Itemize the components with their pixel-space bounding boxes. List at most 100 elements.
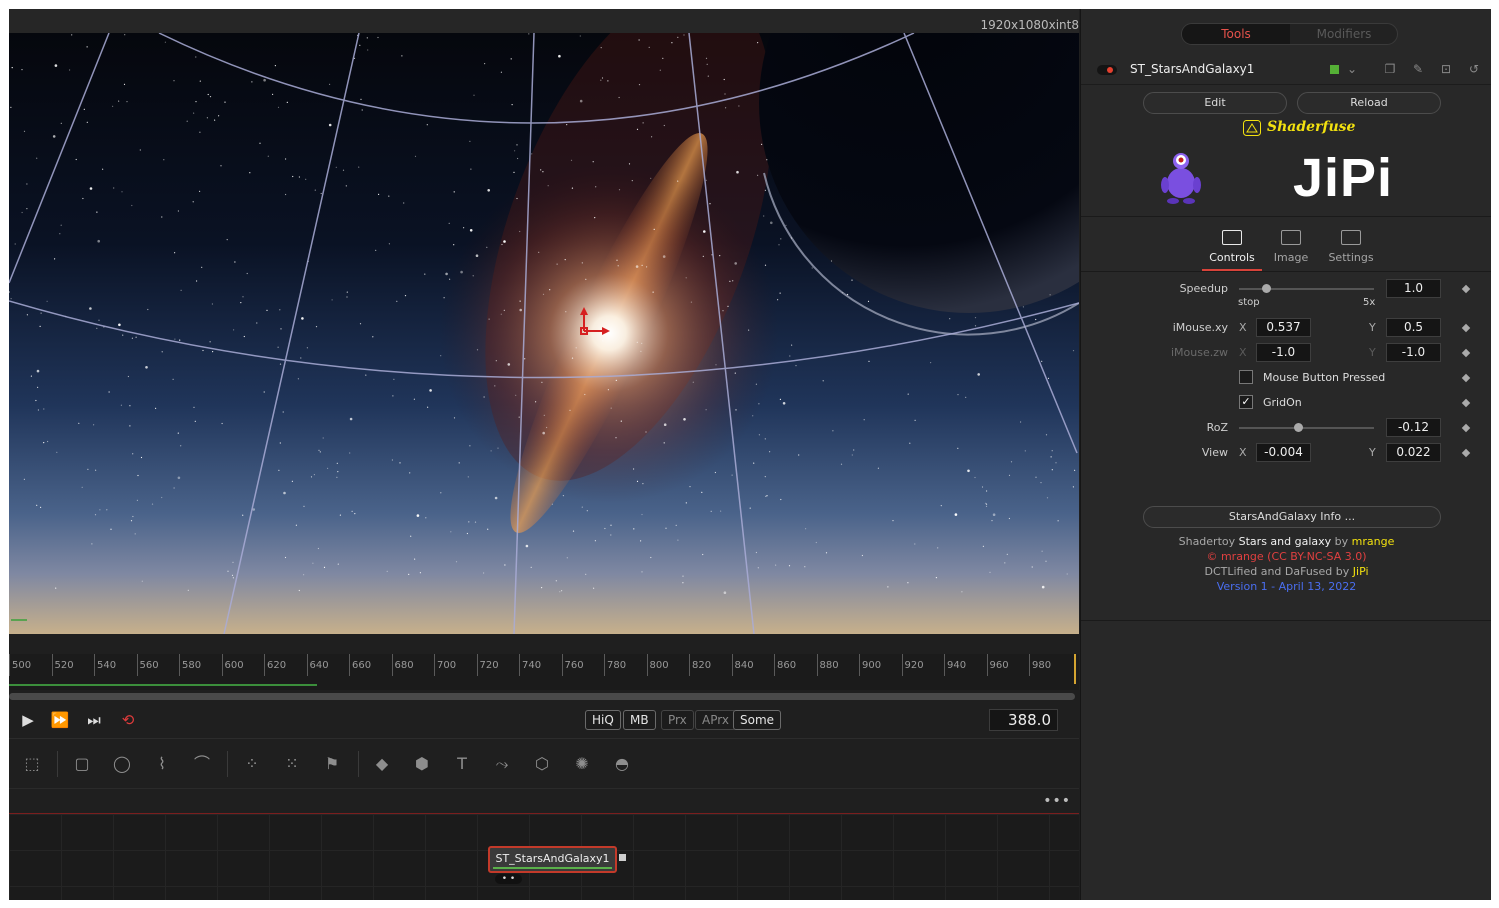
tool-enable-toggle[interactable] bbox=[1097, 65, 1117, 75]
keyframe-icon[interactable] bbox=[1461, 423, 1471, 433]
version-icon[interactable]: ❐ bbox=[1381, 60, 1399, 78]
node-output-port[interactable] bbox=[619, 854, 626, 861]
reload-button[interactable]: Reload bbox=[1297, 92, 1441, 114]
star bbox=[60, 122, 62, 124]
fast-forward-icon[interactable]: ⏩ bbox=[49, 709, 71, 731]
star bbox=[453, 417, 456, 419]
credit-jipi-link[interactable]: JiPi bbox=[1353, 565, 1369, 578]
timeline-tick bbox=[264, 654, 265, 676]
view-y-field[interactable]: 0.022 bbox=[1386, 443, 1441, 462]
info-button[interactable]: StarsAndGalaxy Info ... bbox=[1143, 506, 1441, 528]
star bbox=[731, 474, 733, 476]
loop-icon[interactable]: ⟲ bbox=[117, 709, 139, 731]
star bbox=[460, 270, 463, 274]
tab-image[interactable]: Image bbox=[1261, 225, 1321, 273]
mb-button[interactable]: MB bbox=[623, 710, 656, 730]
viewer-canvas[interactable] bbox=[9, 33, 1079, 634]
tab-tools[interactable]: Tools bbox=[1182, 24, 1290, 44]
camera-3d-icon[interactable]: ✺ bbox=[569, 753, 595, 775]
credit-line-2[interactable]: © mrange (CC BY-NC-SA 3.0) bbox=[1081, 549, 1491, 564]
imouse-w-field[interactable]: -1.0 bbox=[1386, 343, 1441, 362]
tab-settings[interactable]: Settings bbox=[1321, 225, 1381, 273]
timeline-scrollbar[interactable] bbox=[9, 693, 1075, 700]
merge-3d-icon[interactable]: ⬢ bbox=[409, 753, 435, 775]
star bbox=[226, 239, 228, 241]
some-button[interactable]: Some bbox=[733, 710, 782, 730]
star bbox=[155, 407, 157, 409]
rectangle-mask-icon[interactable]: ▢ bbox=[69, 753, 95, 775]
keyframe-icon[interactable] bbox=[1461, 373, 1471, 383]
roz-field[interactable]: -0.12 bbox=[1386, 418, 1441, 437]
particle-render-icon[interactable]: ⁙ bbox=[279, 753, 305, 775]
more-options-icon[interactable]: ••• bbox=[1043, 793, 1071, 809]
tool-color-swatch[interactable] bbox=[1330, 65, 1339, 74]
speedup-field[interactable]: 1.0 bbox=[1386, 279, 1441, 298]
roz-slider[interactable] bbox=[1239, 427, 1374, 429]
particle-emitter-icon[interactable]: ⁘ bbox=[239, 753, 265, 775]
star bbox=[930, 362, 932, 364]
credit-author-link[interactable]: mrange bbox=[1352, 535, 1395, 548]
current-frame-field[interactable]: 388.0 bbox=[989, 709, 1058, 731]
node-input-ports[interactable]: • • bbox=[495, 874, 522, 884]
mouse-button-checkbox[interactable] bbox=[1239, 370, 1253, 384]
renderer-3d-icon[interactable]: ⬡ bbox=[529, 753, 555, 775]
roz-slider-handle[interactable] bbox=[1294, 423, 1304, 432]
keyframe-icon[interactable] bbox=[1461, 348, 1471, 358]
star bbox=[487, 528, 489, 530]
imouse-y-field[interactable]: 0.5 bbox=[1386, 318, 1441, 337]
tab-modifiers[interactable]: Modifiers bbox=[1290, 24, 1397, 44]
pin-icon[interactable]: ✎ bbox=[1409, 60, 1427, 78]
star bbox=[279, 309, 281, 311]
star bbox=[351, 510, 353, 512]
playhead[interactable] bbox=[1074, 654, 1076, 684]
star bbox=[335, 166, 337, 168]
credit-version[interactable]: Version 1 - April 13, 2022 bbox=[1081, 579, 1491, 594]
aprx-button[interactable]: APrx bbox=[695, 710, 736, 730]
transform-3d-icon[interactable]: ⤳ bbox=[489, 753, 515, 775]
credit-title-link[interactable]: Stars and galaxy bbox=[1239, 535, 1332, 548]
star bbox=[129, 405, 131, 407]
shader-node[interactable]: ST_StarsAndGalaxy1 bbox=[488, 846, 617, 873]
edit-button[interactable]: Edit bbox=[1143, 92, 1287, 114]
star bbox=[724, 93, 726, 95]
play-icon[interactable]: ▶ bbox=[17, 709, 39, 731]
imouse-x-field[interactable]: 0.537 bbox=[1256, 318, 1311, 337]
keyframe-icon[interactable] bbox=[1461, 284, 1471, 294]
polygon-mask-icon[interactable]: ⌇ bbox=[149, 753, 175, 775]
star bbox=[440, 355, 442, 357]
chevron-down-icon[interactable]: ⌄ bbox=[1343, 60, 1361, 78]
star bbox=[957, 394, 959, 396]
skip-to-end-icon[interactable]: ⏭ bbox=[83, 709, 105, 731]
star bbox=[722, 310, 724, 312]
lock-icon[interactable]: ⊡ bbox=[1437, 60, 1455, 78]
node-editor[interactable]: ST_StarsAndGalaxy1 • • bbox=[9, 814, 1079, 900]
prx-button[interactable]: Prx bbox=[661, 710, 694, 730]
reset-icon[interactable]: ↺ bbox=[1465, 60, 1483, 78]
star bbox=[195, 56, 197, 58]
ellipse-mask-icon[interactable]: ◯ bbox=[109, 753, 135, 775]
view-x-field[interactable]: -0.004 bbox=[1256, 443, 1311, 462]
timeline-tick-label: 980 bbox=[1032, 660, 1052, 671]
shape-3d-icon[interactable]: ◆ bbox=[369, 753, 395, 775]
light-3d-icon[interactable]: ◓ bbox=[609, 753, 635, 775]
star bbox=[633, 468, 635, 470]
imouse-z-field[interactable]: -1.0 bbox=[1256, 343, 1311, 362]
star bbox=[399, 462, 401, 464]
keyframe-icon[interactable] bbox=[1461, 398, 1471, 408]
speedup-slider-handle[interactable] bbox=[1262, 284, 1271, 293]
star bbox=[703, 230, 706, 233]
bspline-mask-icon[interactable]: ⌒ bbox=[189, 753, 215, 775]
keyframe-icon[interactable] bbox=[1461, 323, 1471, 333]
hiq-button[interactable]: HiQ bbox=[585, 710, 621, 730]
tab-controls[interactable]: Controls bbox=[1202, 225, 1262, 273]
keyframe-icon[interactable] bbox=[1461, 448, 1471, 458]
particle-bitmap-icon[interactable]: ⚑ bbox=[319, 753, 345, 775]
tab-image-label: Image bbox=[1273, 251, 1309, 264]
background-icon[interactable]: ⬚ bbox=[19, 753, 45, 775]
speedup-slider[interactable] bbox=[1239, 288, 1374, 290]
timeline-ruler[interactable]: 500 520 540 560 580 600 620 640 660 680 700 720 740 7… bbox=[9, 654, 1079, 690]
gridon-checkbox[interactable]: ✓ bbox=[1239, 395, 1253, 409]
star bbox=[683, 418, 686, 421]
imouse-zw-y-axis: Y bbox=[1369, 346, 1376, 359]
text-3d-icon[interactable]: T bbox=[449, 753, 475, 775]
